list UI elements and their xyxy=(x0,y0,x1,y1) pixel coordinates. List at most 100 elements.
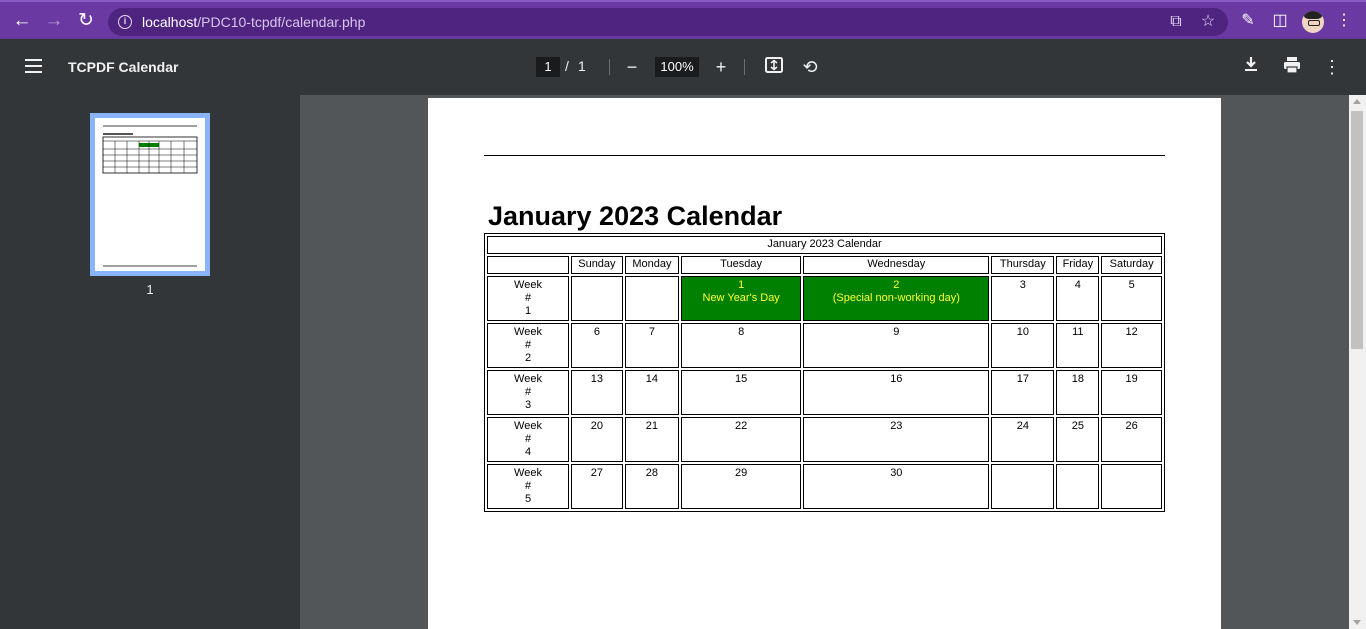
back-arrow-icon[interactable]: ← xyxy=(11,10,33,32)
day-number: 7 xyxy=(648,326,655,338)
side-panel-icon[interactable]: ◫ xyxy=(1270,11,1290,31)
day-cell: 26 xyxy=(1101,417,1162,462)
print-icon[interactable] xyxy=(1280,55,1304,79)
day-number: 21 xyxy=(645,420,659,432)
day-number: 22 xyxy=(735,420,748,432)
share-icon[interactable]: ⧉ xyxy=(1166,12,1186,32)
day-number: 27 xyxy=(590,467,604,479)
pdf-viewer: January 2023 Calendar January 2023 Calen… xyxy=(300,95,1349,629)
day-cell: 3 xyxy=(991,276,1055,321)
holiday-day-cell: 2 (Special non-working day) xyxy=(803,276,990,321)
day-cell: 16 xyxy=(803,370,990,415)
day-number: 13 xyxy=(590,373,604,385)
scroll-down-arrow-icon[interactable] xyxy=(1353,620,1361,625)
day-cell xyxy=(624,276,679,321)
day-cell xyxy=(571,276,623,321)
day-number: 17 xyxy=(1016,373,1029,385)
day-number: 15 xyxy=(735,373,748,385)
extensions-puzzle-icon[interactable]: ✎ xyxy=(1238,11,1258,31)
zoom-out-icon[interactable]: − xyxy=(620,55,644,79)
day-number: 30 xyxy=(890,467,903,479)
day-number: 5 xyxy=(1128,279,1135,291)
day-number: 8 xyxy=(738,326,745,338)
day-number: 14 xyxy=(645,373,659,385)
day-cell: 17 xyxy=(991,370,1055,415)
day-number: 9 xyxy=(893,326,900,338)
page-thumbnail[interactable] xyxy=(90,113,210,276)
week-label: Week xyxy=(514,279,542,291)
calendar-week-row: Week #3 13 14 15 16 17 18 19 xyxy=(487,370,1162,415)
calendar-table-caption: January 2023 Calendar xyxy=(487,236,1162,254)
pdf-toolbar: TCPDF Calendar 1 / 1 − 100% + ⟲ ⋮ xyxy=(0,39,1366,95)
calendar-week-row: Week #1 1 New Year's Day 2 (Special non-worki… xyxy=(487,276,1162,321)
week-number: 2 xyxy=(524,352,532,364)
viewer-scrollbar[interactable] xyxy=(1349,95,1366,629)
zoom-level-input[interactable]: 100% xyxy=(655,57,699,77)
day-number: 12 xyxy=(1125,326,1138,338)
forward-arrow-icon[interactable]: → xyxy=(43,10,65,32)
day-cell: 11 xyxy=(1056,323,1100,368)
zoom-in-icon[interactable]: + xyxy=(709,55,733,79)
thumbnail-sidebar: 1 xyxy=(0,95,300,629)
holiday-note: New Year's Day xyxy=(702,292,780,304)
week-hash: # xyxy=(524,433,532,445)
day-cell: 23 xyxy=(803,417,990,462)
profile-avatar[interactable] xyxy=(1302,11,1324,33)
day-number: 16 xyxy=(890,373,903,385)
download-icon[interactable] xyxy=(1239,55,1263,79)
week-number-cell: Week #5 xyxy=(487,464,569,509)
week-number: 4 xyxy=(524,446,532,458)
reload-icon[interactable]: ↻ xyxy=(75,10,97,32)
thumbnail-page-number: 1 xyxy=(146,282,154,297)
toolbar-divider xyxy=(744,59,745,75)
thumbnail-page xyxy=(95,118,205,271)
calendar-week-row: Week #2 6 7 8 9 10 11 12 xyxy=(487,323,1162,368)
day-cell: 25 xyxy=(1056,417,1100,462)
day-number: 28 xyxy=(645,467,659,479)
day-cell: 19 xyxy=(1101,370,1162,415)
scroll-thumb[interactable] xyxy=(1351,111,1363,349)
day-cell: 12 xyxy=(1101,323,1162,368)
day-cell: 30 xyxy=(803,464,990,509)
more-actions-icon[interactable]: ⋮ xyxy=(1320,55,1344,79)
day-cell: 4 xyxy=(1056,276,1100,321)
week-hash: # xyxy=(524,339,532,351)
scroll-up-arrow-icon[interactable] xyxy=(1353,99,1361,104)
page-separator: / xyxy=(565,58,569,74)
day-number: 24 xyxy=(1016,420,1029,432)
day-cell xyxy=(991,464,1055,509)
day-number: 23 xyxy=(890,420,903,432)
page-number-input[interactable]: 1 xyxy=(536,57,560,77)
bookmark-star-icon[interactable]: ☆ xyxy=(1198,12,1218,32)
week-number: 5 xyxy=(524,493,532,505)
day-cell: 27 xyxy=(571,464,623,509)
hamburger-menu-icon[interactable] xyxy=(25,59,42,73)
browser-menu-icon[interactable]: ⋮ xyxy=(1334,11,1354,31)
toolbar-divider xyxy=(609,59,610,75)
week-column-header xyxy=(487,256,569,274)
weekday-header: Thursday xyxy=(991,256,1055,274)
rotate-icon[interactable]: ⟲ xyxy=(798,55,822,79)
weekday-header: Monday xyxy=(624,256,679,274)
week-label: Week xyxy=(514,326,542,338)
url-host: localhost xyxy=(142,14,198,30)
calendar-week-row: Week #5 27 28 29 30 xyxy=(487,464,1162,509)
week-label: Week xyxy=(514,467,542,479)
weekday-header-row: Sunday Monday Tuesday Wednesday Thursday… xyxy=(487,256,1162,274)
day-number: 18 xyxy=(1071,373,1084,385)
day-cell: 8 xyxy=(681,323,802,368)
document-title: TCPDF Calendar xyxy=(68,59,179,75)
day-number: 19 xyxy=(1125,373,1138,385)
fit-to-page-icon[interactable] xyxy=(762,55,786,79)
week-number-cell: Week #3 xyxy=(487,370,569,415)
day-number: 6 xyxy=(593,326,600,338)
week-number-cell: Week #1 xyxy=(487,276,569,321)
weekday-header: Sunday xyxy=(571,256,623,274)
address-bar[interactable]: i localhost/PDC10-tcpdf/calendar.php ⧉ ☆ xyxy=(108,8,1228,36)
url-text[interactable]: localhost/PDC10-tcpdf/calendar.php xyxy=(142,14,365,30)
day-cell: 14 xyxy=(624,370,679,415)
day-cell xyxy=(1056,464,1100,509)
day-number: 20 xyxy=(590,420,604,432)
site-info-icon[interactable]: i xyxy=(118,15,132,29)
day-number: 4 xyxy=(1074,279,1081,291)
